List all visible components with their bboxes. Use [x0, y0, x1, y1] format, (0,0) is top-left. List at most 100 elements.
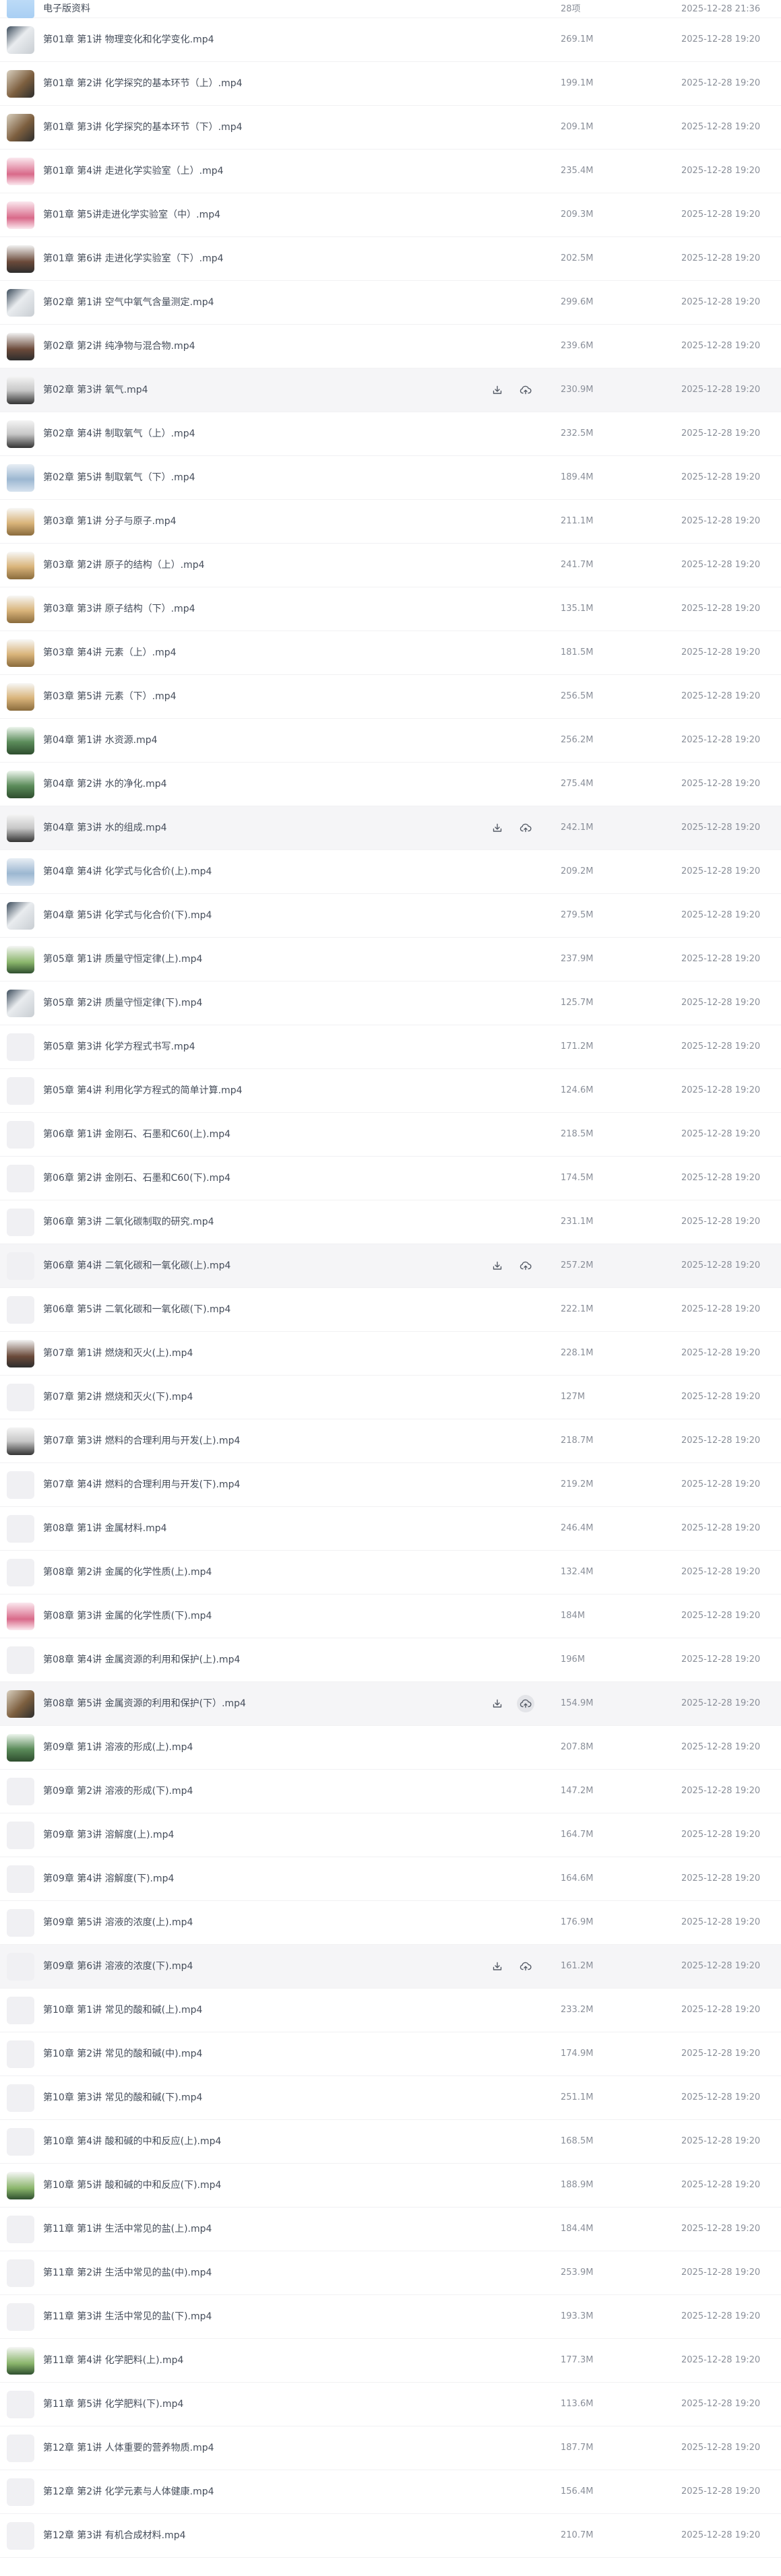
file-row[interactable]: 第03章 第4讲 元素（上）.mp4 181.5M 2025-12-28 19:… — [0, 631, 781, 675]
file-row[interactable]: 第09章 第3讲 溶解度(上).mp4 164.7M 2025-12-28 19… — [0, 1813, 781, 1857]
file-row[interactable]: 第02章 第5讲 制取氧气（下）.mp4 189.4M 2025-12-28 1… — [0, 456, 781, 500]
file-row[interactable]: 第01章 第6讲 走进化学实验室（下）.mp4 202.5M 2025-12-2… — [0, 237, 781, 281]
file-row[interactable]: 第09章 第5讲 溶液的浓度(上).mp4 176.9M 2025-12-28 … — [0, 1901, 781, 1945]
file-name[interactable]: 第12章 第2讲 化学元素与人体健康.mp4 — [43, 2470, 214, 2513]
file-name[interactable]: 第09章 第4讲 溶解度(下).mp4 — [43, 1857, 174, 1900]
file-row[interactable]: 第12章 第3讲 有机合成材料.mp4 210.7M 2025-12-28 19… — [0, 2514, 781, 2558]
file-row[interactable]: 第03章 第5讲 元素（下）.mp4 256.5M 2025-12-28 19:… — [0, 675, 781, 719]
file-row[interactable]: 第04章 第4讲 化学式与化合价(上).mp4 209.2M 2025-12-2… — [0, 850, 781, 894]
file-name[interactable]: 第11章 第2讲 生活中常见的盐(中).mp4 — [43, 2251, 212, 2294]
file-name[interactable]: 第07章 第1讲 燃烧和灭火(上).mp4 — [43, 1332, 193, 1375]
file-name[interactable]: 第11章 第1讲 生活中常见的盐(上).mp4 — [43, 2208, 212, 2251]
file-row[interactable]: 第05章 第4讲 利用化学方程式的简单计算.mp4 124.6M 2025-12… — [0, 1069, 781, 1113]
file-name[interactable]: 第04章 第4讲 化学式与化合价(上).mp4 — [43, 850, 212, 893]
file-row[interactable]: 第09章 第1讲 溶液的形成(上).mp4 207.8M 2025-12-28 … — [0, 1726, 781, 1770]
file-name[interactable]: 第03章 第2讲 原子的结构（上）.mp4 — [43, 544, 205, 587]
file-name[interactable]: 第06章 第5讲 二氧化碳和一氧化碳(下).mp4 — [43, 1288, 230, 1331]
file-name[interactable]: 第08章 第3讲 金属的化学性质(下).mp4 — [43, 1595, 212, 1638]
file-name[interactable]: 第01章 第4讲 走进化学实验室（上）.mp4 — [43, 150, 224, 193]
file-row[interactable]: 第01章 第3讲 化学探究的基本环节（下）.mp4 209.1M 2025-12… — [0, 106, 781, 150]
file-name[interactable]: 第07章 第3讲 燃料的合理利用与开发(上).mp4 — [43, 1419, 240, 1462]
file-name[interactable]: 第04章 第1讲 水资源.mp4 — [43, 719, 158, 762]
file-row[interactable]: 第04章 第1讲 水资源.mp4 256.2M 2025-12-28 19:20 — [0, 719, 781, 763]
download-button[interactable] — [489, 1695, 506, 1712]
file-name[interactable]: 第09章 第3讲 溶解度(上).mp4 — [43, 1813, 174, 1857]
save-to-cloud-button[interactable] — [517, 381, 534, 399]
file-row[interactable]: 电子版资料 28项 2025-12-28 21:36 — [0, 0, 781, 18]
file-name[interactable]: 第10章 第2讲 常见的酸和碱(中).mp4 — [43, 2032, 202, 2075]
file-row[interactable]: 第09章 第6讲 溶液的浓度(下).mp4 161.2M 2025-12-28 … — [0, 1945, 781, 1989]
file-name[interactable]: 第04章 第5讲 化学式与化合价(下).mp4 — [43, 894, 212, 937]
file-row[interactable]: 第04章 第5讲 化学式与化合价(下).mp4 279.5M 2025-12-2… — [0, 894, 781, 938]
file-name[interactable]: 第12章 第1讲 人体重要的营养物质.mp4 — [43, 2426, 214, 2470]
file-name[interactable]: 第09章 第5讲 溶液的浓度(上).mp4 — [43, 1901, 193, 1944]
file-row[interactable]: 第09章 第4讲 溶解度(下).mp4 164.6M 2025-12-28 19… — [0, 1857, 781, 1901]
file-row[interactable]: 第03章 第2讲 原子的结构（上）.mp4 241.7M 2025-12-28 … — [0, 544, 781, 587]
file-row[interactable]: 第02章 第2讲 纯净物与混合物.mp4 239.6M 2025-12-28 1… — [0, 325, 781, 368]
file-name[interactable]: 第08章 第4讲 金属资源的利用和保护(上).mp4 — [43, 1638, 240, 1681]
download-button[interactable] — [489, 1257, 506, 1275]
file-row[interactable]: 第07章 第4讲 燃料的合理利用与开发(下).mp4 219.2M 2025-1… — [0, 1463, 781, 1507]
file-name[interactable]: 第02章 第2讲 纯净物与混合物.mp4 — [43, 325, 195, 368]
file-name[interactable]: 第02章 第1讲 空气中氧气含量测定.mp4 — [43, 281, 214, 324]
file-row[interactable]: 第04章 第3讲 水的组成.mp4 242.1M 2025-12-28 19:2… — [0, 806, 781, 850]
file-row[interactable]: 第06章 第2讲 金刚石、石墨和C60(下).mp4 174.5M 2025-1… — [0, 1157, 781, 1200]
save-to-cloud-button[interactable] — [517, 1958, 534, 1975]
file-name[interactable]: 第10章 第3讲 常见的酸和碱(下).mp4 — [43, 2076, 202, 2119]
file-name[interactable]: 第05章 第4讲 利用化学方程式的简单计算.mp4 — [43, 1069, 243, 1112]
file-name[interactable]: 第06章 第1讲 金刚石、石墨和C60(上).mp4 — [43, 1113, 230, 1156]
file-name[interactable]: 第08章 第1讲 金属材料.mp4 — [43, 1507, 167, 1550]
file-row[interactable]: 第10章 第3讲 常见的酸和碱(下).mp4 251.1M 2025-12-28… — [0, 2076, 781, 2120]
file-name[interactable]: 第09章 第2讲 溶液的形成(下).mp4 — [43, 1770, 193, 1813]
file-row[interactable]: 第11章 第2讲 生活中常见的盐(中).mp4 253.9M 2025-12-2… — [0, 2251, 781, 2295]
file-name[interactable]: 第04章 第2讲 水的净化.mp4 — [43, 763, 167, 806]
file-row[interactable]: 第06章 第4讲 二氧化碳和一氧化碳(上).mp4 257.2M 2025-12… — [0, 1244, 781, 1288]
file-name[interactable]: 第02章 第5讲 制取氧气（下）.mp4 — [43, 456, 195, 499]
file-row[interactable]: 第02章 第4讲 制取氧气（上）.mp4 232.5M 2025-12-28 1… — [0, 412, 781, 456]
file-row[interactable]: 第08章 第5讲 金属资源的利用和保护(下）.mp4 154.9M 2025-1… — [0, 1682, 781, 1726]
file-name[interactable]: 第12章 第3讲 有机合成材料.mp4 — [43, 2514, 186, 2557]
file-row[interactable]: 第01章 第5讲走进化学实验室（中）.mp4 209.3M 2025-12-28… — [0, 193, 781, 237]
file-row[interactable]: 第10章 第5讲 酸和碱的中和反应(下).mp4 188.9M 2025-12-… — [0, 2164, 781, 2208]
file-row[interactable]: 第02章 第3讲 氧气.mp4 230.9M 2025-12-28 19:20 — [0, 368, 781, 412]
file-row[interactable]: 第10章 第4讲 酸和碱的中和反应(上).mp4 168.5M 2025-12-… — [0, 2120, 781, 2164]
save-to-cloud-button[interactable] — [517, 819, 534, 837]
file-name[interactable]: 第06章 第2讲 金刚石、石墨和C60(下).mp4 — [43, 1157, 230, 1200]
file-name[interactable]: 第03章 第1讲 分子与原子.mp4 — [43, 500, 177, 543]
file-row[interactable]: 第11章 第4讲 化学肥料(上).mp4 177.3M 2025-12-28 1… — [0, 2339, 781, 2383]
file-row[interactable]: 第08章 第1讲 金属材料.mp4 246.4M 2025-12-28 19:2… — [0, 1507, 781, 1551]
file-row[interactable]: 第11章 第1讲 生活中常见的盐(上).mp4 184.4M 2025-12-2… — [0, 2208, 781, 2251]
file-name[interactable]: 第01章 第6讲 走进化学实验室（下）.mp4 — [43, 237, 224, 280]
file-row[interactable]: 第08章 第3讲 金属的化学性质(下).mp4 184M 2025-12-28 … — [0, 1595, 781, 1638]
file-name[interactable]: 第03章 第5讲 元素（下）.mp4 — [43, 675, 177, 718]
file-row[interactable]: 第11章 第3讲 生活中常见的盐(下).mp4 193.3M 2025-12-2… — [0, 2295, 781, 2339]
download-button[interactable] — [489, 1958, 506, 1975]
file-row[interactable]: 第08章 第4讲 金属资源的利用和保护(上).mp4 196M 2025-12-… — [0, 1638, 781, 1682]
file-name[interactable]: 第03章 第3讲 原子结构（下）.mp4 — [43, 587, 195, 631]
file-row[interactable]: 第06章 第3讲 二氧化碳制取的研究.mp4 231.1M 2025-12-28… — [0, 1200, 781, 1244]
file-name[interactable]: 第06章 第4讲 二氧化碳和一氧化碳(上).mp4 — [43, 1244, 230, 1287]
file-row[interactable]: 第01章 第4讲 走进化学实验室（上）.mp4 235.4M 2025-12-2… — [0, 150, 781, 193]
file-name[interactable]: 第01章 第2讲 化学探究的基本环节（上）.mp4 — [43, 62, 243, 105]
file-name[interactable]: 第04章 第3讲 水的组成.mp4 — [43, 806, 167, 849]
file-name[interactable]: 第07章 第2讲 燃烧和灭火(下).mp4 — [43, 1376, 193, 1419]
file-name[interactable]: 第02章 第4讲 制取氧气（上）.mp4 — [43, 412, 195, 455]
file-row[interactable]: 第06章 第5讲 二氧化碳和一氧化碳(下).mp4 222.1M 2025-12… — [0, 1288, 781, 1332]
file-row[interactable]: 第10章 第2讲 常见的酸和碱(中).mp4 174.9M 2025-12-28… — [0, 2032, 781, 2076]
file-row[interactable]: 第07章 第2讲 燃烧和灭火(下).mp4 127M 2025-12-28 19… — [0, 1376, 781, 1419]
file-name[interactable]: 第02章 第3讲 氧气.mp4 — [43, 368, 148, 412]
file-name[interactable]: 第08章 第2讲 金属的化学性质(上).mp4 — [43, 1551, 212, 1594]
file-name[interactable]: 第05章 第3讲 化学方程式书写.mp4 — [43, 1025, 195, 1068]
file-row[interactable]: 第05章 第1讲 质量守恒定律(上).mp4 237.9M 2025-12-28… — [0, 938, 781, 981]
file-row[interactable]: 第06章 第1讲 金刚石、石墨和C60(上).mp4 218.5M 2025-1… — [0, 1113, 781, 1157]
file-row[interactable]: 第11章 第5讲 化学肥料(下).mp4 113.6M 2025-12-28 1… — [0, 2383, 781, 2426]
file-row[interactable]: 第05章 第2讲 质量守恒定律(下).mp4 125.7M 2025-12-28… — [0, 981, 781, 1025]
file-row[interactable]: 第07章 第3讲 燃料的合理利用与开发(上).mp4 218.7M 2025-1… — [0, 1419, 781, 1463]
download-button[interactable] — [489, 819, 506, 837]
file-name[interactable]: 电子版资料 — [43, 0, 90, 18]
file-name[interactable]: 第10章 第5讲 酸和碱的中和反应(下).mp4 — [43, 2164, 221, 2207]
file-name[interactable]: 第01章 第5讲走进化学实验室（中）.mp4 — [43, 193, 220, 236]
file-row[interactable]: 第10章 第1讲 常见的酸和碱(上).mp4 233.2M 2025-12-28… — [0, 1989, 781, 2032]
file-name[interactable]: 第05章 第2讲 质量守恒定律(下).mp4 — [43, 981, 202, 1025]
file-name[interactable]: 第11章 第5讲 化学肥料(下).mp4 — [43, 2383, 183, 2426]
